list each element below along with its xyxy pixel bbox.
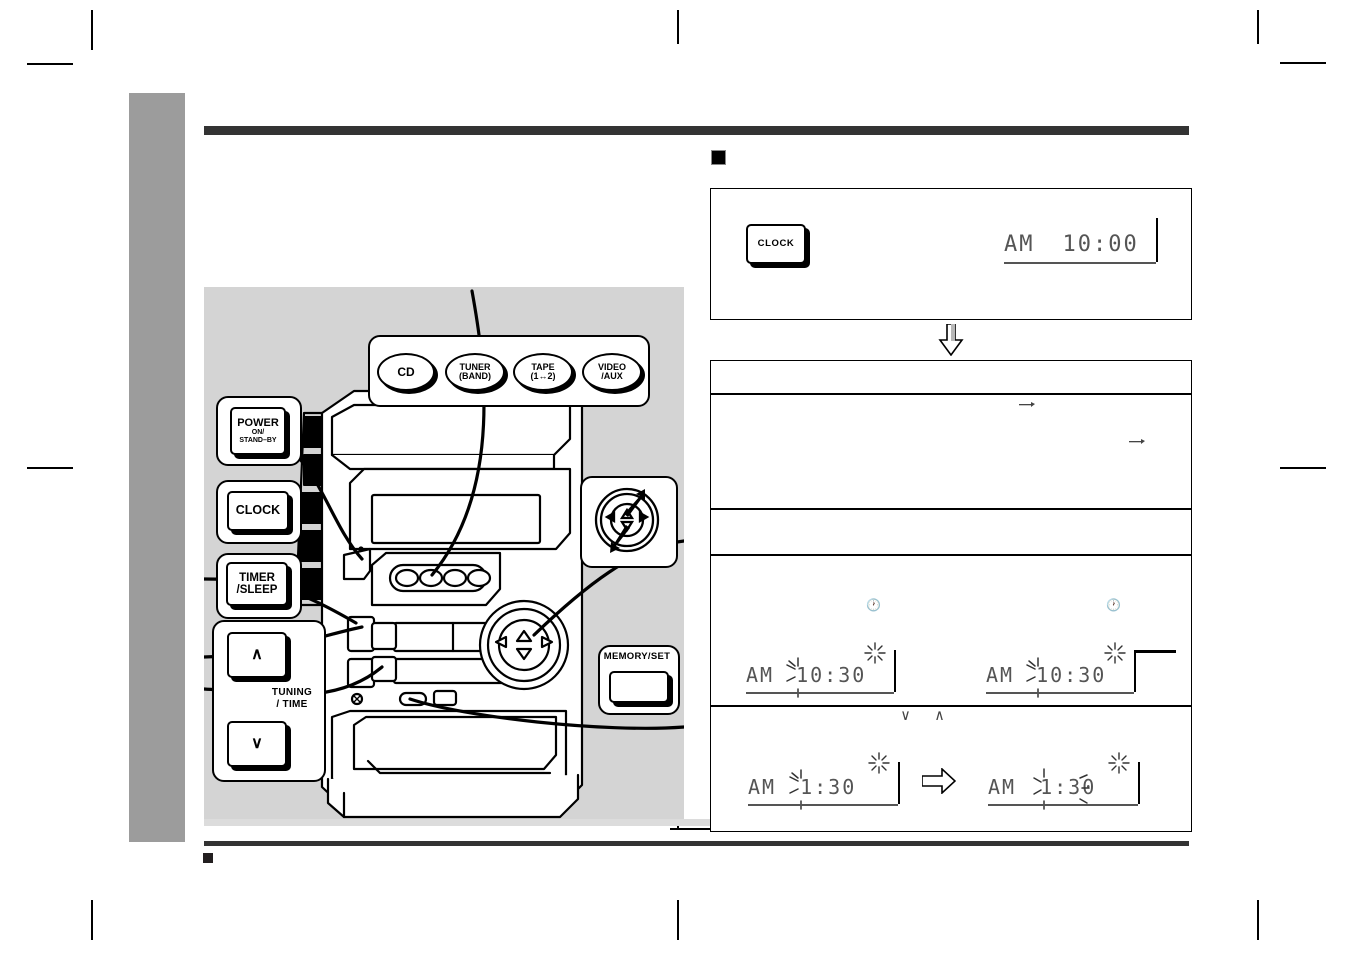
crop-mark-bottom-center xyxy=(677,900,679,940)
small-arrow-marker-b xyxy=(1129,439,1145,444)
memory-set-label: MEMORY/SET xyxy=(603,651,671,662)
clock-button-illustration[interactable]: CLOCK xyxy=(227,491,289,531)
lcd-underline-step1 xyxy=(1004,262,1156,264)
source-button-cd-label: CD xyxy=(397,365,415,379)
source-button-tape-sublabel: (1↔2) xyxy=(530,371,556,381)
step-panel-2-divider-3 xyxy=(711,554,1191,556)
section-bullet-marker xyxy=(711,150,726,165)
lcd-underline-d xyxy=(988,804,1138,806)
source-button-video-aux[interactable]: VIDEO /AUX xyxy=(582,353,642,391)
lcd-rightbar-b xyxy=(1134,650,1136,692)
source-button-aux-label: /AUX xyxy=(601,371,623,381)
timer-indicator-b xyxy=(1104,642,1126,664)
power-button-sublabel-standby: STAND–BY xyxy=(239,436,277,444)
crop-mark-bottom-right xyxy=(1257,900,1259,940)
small-arrow-marker-a xyxy=(1019,402,1035,407)
lcd-rightbar-a xyxy=(894,650,896,692)
timer-sleep-button[interactable]: TIMER /SLEEP xyxy=(226,562,288,606)
power-button-sublabel-on: ON/ xyxy=(251,429,265,437)
lcd-underline-a xyxy=(746,692,894,694)
power-button-label: POWER xyxy=(237,416,279,429)
tuning-time-label-line1: TUNING xyxy=(271,687,313,698)
footer-bullet-marker xyxy=(203,853,213,863)
lcd-time-step1: 10:00 xyxy=(1062,232,1139,257)
lcd-meridiem-step1: AM xyxy=(1004,232,1035,257)
lcd-underline-b xyxy=(986,692,1134,694)
jog-dial-icon[interactable] xyxy=(592,484,662,556)
lcd-meridiem-d: AM xyxy=(988,775,1017,799)
source-button-cd[interactable]: CD xyxy=(377,353,435,391)
crop-mark-top-left xyxy=(91,10,93,50)
step-panel-2-divider-1 xyxy=(711,393,1191,395)
chevron-down-icon-step: ∨ xyxy=(901,706,913,724)
timer-sleep-button-sublabel: /SLEEP xyxy=(236,584,278,596)
crop-mark-right-bottom xyxy=(1280,467,1326,469)
flow-arrow-down-icon xyxy=(938,324,964,356)
lcd-rightbar-step1 xyxy=(1156,218,1158,262)
lcd-meridiem-a: AM xyxy=(746,663,775,687)
tuning-time-down-button[interactable]: ∨ xyxy=(227,721,287,767)
crop-mark-right-top xyxy=(1280,62,1326,64)
tuning-down-chevron-icon: ∨ xyxy=(251,735,263,753)
clock-button-step1-label: CLOCK xyxy=(757,237,795,249)
tuning-time-label-line2: / TIME xyxy=(276,699,308,710)
crop-mark-bottom-left xyxy=(91,900,93,940)
step-panel-2-divider-4 xyxy=(711,705,1191,707)
tuning-up-chevron-icon: ∧ xyxy=(251,646,263,664)
lcd-underline-c xyxy=(748,804,898,806)
crop-mark-top-right xyxy=(1257,10,1259,44)
crop-mark-top-center xyxy=(677,10,679,44)
crop-mark-left-bottom xyxy=(27,467,73,469)
lcd-rightbar-c xyxy=(898,762,900,804)
source-button-tape[interactable]: TAPE (1↔2) xyxy=(513,353,573,391)
lcd-display-step1: AM 10:00 xyxy=(1004,232,1139,257)
inline-arrow-right-icon xyxy=(922,768,956,794)
clock-button-step1[interactable]: CLOCK xyxy=(746,224,806,264)
header-rule xyxy=(204,126,1189,135)
page-side-tab xyxy=(129,93,185,842)
memory-set-button[interactable] xyxy=(609,671,669,703)
lcd-meridiem-b: AM xyxy=(986,663,1015,687)
timer-bar-b xyxy=(1134,650,1176,653)
timer-indicator-c xyxy=(868,752,890,774)
lcd-meridiem-c: AM xyxy=(748,775,777,799)
timer-indicator-d xyxy=(1108,752,1130,774)
footer-rule xyxy=(204,841,1189,846)
step-panel-2-divider-2 xyxy=(711,508,1191,510)
power-button[interactable]: POWER ON/ STAND–BY xyxy=(230,407,286,455)
clock-icon-display-a: 🕐 xyxy=(866,598,883,612)
clock-button-label: CLOCK xyxy=(235,503,281,518)
timer-indicator-a xyxy=(864,642,886,664)
chevron-up-icon-step: ∧ xyxy=(935,706,947,724)
source-button-tuner[interactable]: TUNER (BAND) xyxy=(445,353,505,391)
tuning-time-up-button[interactable]: ∧ xyxy=(227,632,287,678)
source-button-tuner-sublabel: (BAND) xyxy=(459,371,491,381)
lcd-rightbar-d xyxy=(1138,762,1140,804)
crop-mark-left-top xyxy=(27,63,73,65)
clock-icon-display-b: 🕐 xyxy=(1106,598,1123,612)
timer-sleep-button-label: TIMER xyxy=(239,571,275,584)
